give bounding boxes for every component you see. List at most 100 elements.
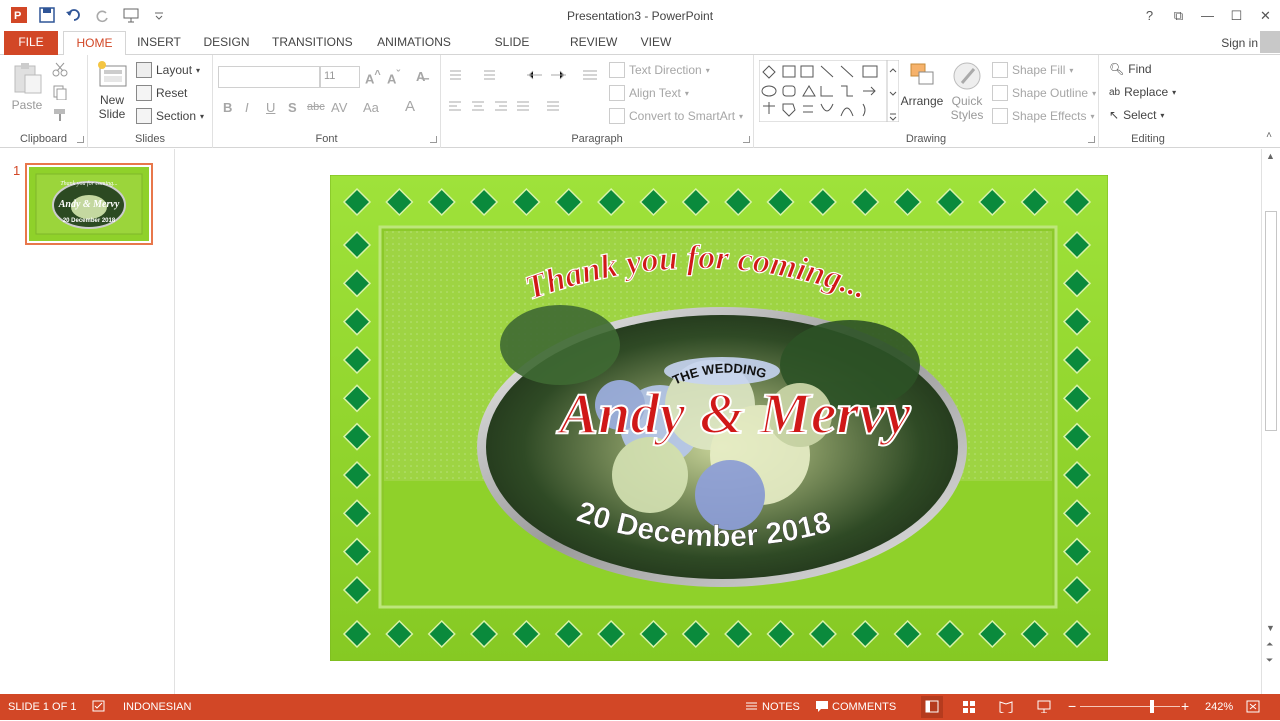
clipboard-launcher-icon[interactable]	[77, 136, 84, 143]
slide-sorter-icon[interactable]	[962, 700, 976, 713]
zoom-out-icon[interactable]: −	[1068, 698, 1076, 714]
tab-view[interactable]: VIEW	[639, 31, 673, 55]
comments-button[interactable]: COMMENTS	[832, 701, 896, 713]
shapes-gallery[interactable]	[759, 60, 899, 122]
font-size-box[interactable]: 11	[320, 66, 360, 88]
format-painter-icon[interactable]	[52, 107, 68, 123]
shrink-font-icon[interactable]: Aˇ	[387, 69, 400, 86]
list-buttons-icon[interactable]	[447, 68, 607, 82]
reset-icon	[136, 85, 152, 101]
tab-transitions[interactable]: TRANSITIONS	[272, 31, 353, 55]
shape-fill-button[interactable]: Shape Fill ▾	[992, 62, 1073, 78]
change-case-icon[interactable]: Aa	[363, 100, 379, 115]
shape-effects-icon	[992, 108, 1008, 124]
section-button[interactable]: Section ▾	[136, 108, 204, 124]
svg-text:Andy & Mervy: Andy & Mervy	[58, 199, 120, 210]
tab-file[interactable]: FILE	[4, 31, 58, 55]
text-direction-icon	[609, 62, 625, 78]
paragraph-launcher-icon[interactable]	[743, 136, 750, 143]
maximize-icon[interactable]: ☐	[1222, 0, 1251, 31]
zoom-in-icon[interactable]: +	[1181, 698, 1189, 714]
align-text-button[interactable]: Align Text ▾	[609, 85, 689, 101]
minimize-icon[interactable]: —	[1193, 0, 1222, 31]
fit-slide-icon[interactable]	[1246, 700, 1260, 713]
clipboard-label: Clipboard	[19, 133, 68, 145]
slide-show-view-icon[interactable]	[1037, 700, 1051, 713]
paste-button[interactable]: Paste	[8, 61, 46, 112]
tab-slide-show[interactable]: SLIDE SHOW	[476, 31, 548, 72]
sign-in-link[interactable]: Sign in	[1221, 36, 1258, 50]
drawing-group: Arrange Quick Styles Shape Fill ▾ Shape O…	[754, 55, 1099, 148]
font-name-box[interactable]	[218, 66, 320, 88]
slide-thumbnail[interactable]: Thank you for coming... Andy & Mervy 20 …	[25, 163, 153, 245]
shadow-icon[interactable]: S	[288, 100, 297, 115]
grow-font-icon[interactable]: A^	[365, 69, 381, 86]
layout-button[interactable]: Layout ▾	[136, 62, 200, 78]
align-text-icon	[609, 85, 625, 101]
paragraph-group: Text Direction ▾ Align Text ▾ Convert to S…	[441, 55, 754, 148]
clear-formatting-icon[interactable]: A̶	[416, 69, 425, 84]
notes-icon	[746, 702, 757, 710]
next-slide-icon[interactable]: ⏷	[1266, 655, 1273, 666]
normal-view-icon[interactable]	[921, 696, 943, 718]
new-slide-button[interactable]: New Slide	[92, 60, 132, 121]
language-status[interactable]: INDONESIAN	[123, 701, 191, 713]
slide-thumbnail-image: Thank you for coming... Andy & Mervy 20 …	[29, 167, 149, 241]
find-button[interactable]: 🔍︎ Find	[1109, 62, 1152, 76]
copy-icon[interactable]	[52, 84, 68, 100]
shape-outline-button[interactable]: Shape Outline ▾	[992, 85, 1096, 101]
scroll-down-icon[interactable]: ▼	[1266, 623, 1275, 633]
italic-icon[interactable]: I	[245, 100, 249, 115]
font-color-icon[interactable]: A	[405, 98, 415, 115]
convert-smartart-button[interactable]: Convert to SmartArt ▾	[609, 108, 743, 124]
quick-styles-button[interactable]: Quick Styles	[944, 61, 990, 122]
character-spacing-icon[interactable]: AV	[331, 100, 347, 115]
avatar[interactable]	[1260, 31, 1280, 53]
shape-effects-button[interactable]: Shape Effects ▾	[992, 108, 1095, 124]
slides-label: Slides	[135, 133, 165, 145]
vertical-scrollbar[interactable]: ▲ ▼ ⏶ ⏷	[1261, 149, 1280, 694]
zoom-level[interactable]: 242%	[1205, 701, 1233, 713]
alignment-buttons-icon[interactable]	[447, 100, 567, 114]
tab-review[interactable]: REVIEW	[570, 31, 617, 55]
spelling-check-icon[interactable]	[92, 700, 106, 713]
zoom-slider-thumb[interactable]	[1150, 700, 1154, 713]
previous-slide-icon[interactable]: ⏶	[1266, 639, 1273, 650]
drawing-launcher-icon[interactable]	[1088, 136, 1095, 143]
strikethrough-icon[interactable]: abc	[307, 101, 325, 113]
slide-count-status[interactable]: SLIDE 1 OF 1	[8, 701, 76, 713]
bold-icon[interactable]: B	[223, 100, 232, 115]
replace-icon: ab	[1109, 86, 1121, 98]
reset-button[interactable]: Reset	[136, 85, 187, 101]
tab-animations[interactable]: ANIMATIONS	[374, 31, 454, 55]
close-icon[interactable]: ✕	[1251, 0, 1280, 31]
slide[interactable]: Thank you for coming... THE WEDDING Andy…	[330, 175, 1108, 661]
paragraph-label: Paragraph	[571, 133, 623, 145]
collapse-ribbon-icon[interactable]: ˄	[1266, 130, 1272, 141]
scroll-thumb[interactable]	[1265, 211, 1277, 431]
notes-button[interactable]: NOTES	[762, 701, 800, 713]
cut-icon[interactable]	[52, 61, 68, 77]
replace-button[interactable]: ab Replace ▾	[1109, 85, 1176, 99]
layout-icon	[136, 62, 152, 78]
select-button[interactable]: ↖ Select ▾	[1109, 108, 1164, 122]
help-icon[interactable]: ?	[1135, 0, 1164, 31]
shape-outline-icon	[992, 85, 1008, 101]
ribbon-display-options-icon[interactable]: ⧉	[1164, 0, 1193, 31]
tab-insert[interactable]: INSERT	[137, 31, 181, 55]
svg-text:20 December 2018: 20 December 2018	[63, 218, 116, 224]
couple-names-text: Andy & Mervy	[556, 381, 910, 446]
slides-group: New Slide Layout ▾ Reset Section ▾ Slides	[88, 55, 213, 148]
reading-view-icon[interactable]	[999, 700, 1013, 713]
svg-text:Thank you for coming...: Thank you for coming...	[60, 180, 117, 187]
scroll-up-icon[interactable]: ▲	[1266, 151, 1275, 161]
zoom-slider[interactable]	[1080, 706, 1180, 707]
underline-icon[interactable]: U	[266, 100, 275, 115]
tab-design[interactable]: DESIGN	[203, 31, 250, 55]
arrange-button[interactable]: Arrange	[899, 61, 945, 108]
window-title: Presentation3 - PowerPoint	[566, 9, 714, 23]
drawing-label: Drawing	[905, 133, 947, 145]
font-launcher-icon[interactable]	[430, 136, 437, 143]
text-direction-button[interactable]: Text Direction ▾	[609, 62, 710, 78]
tab-home[interactable]: HOME	[63, 31, 126, 56]
